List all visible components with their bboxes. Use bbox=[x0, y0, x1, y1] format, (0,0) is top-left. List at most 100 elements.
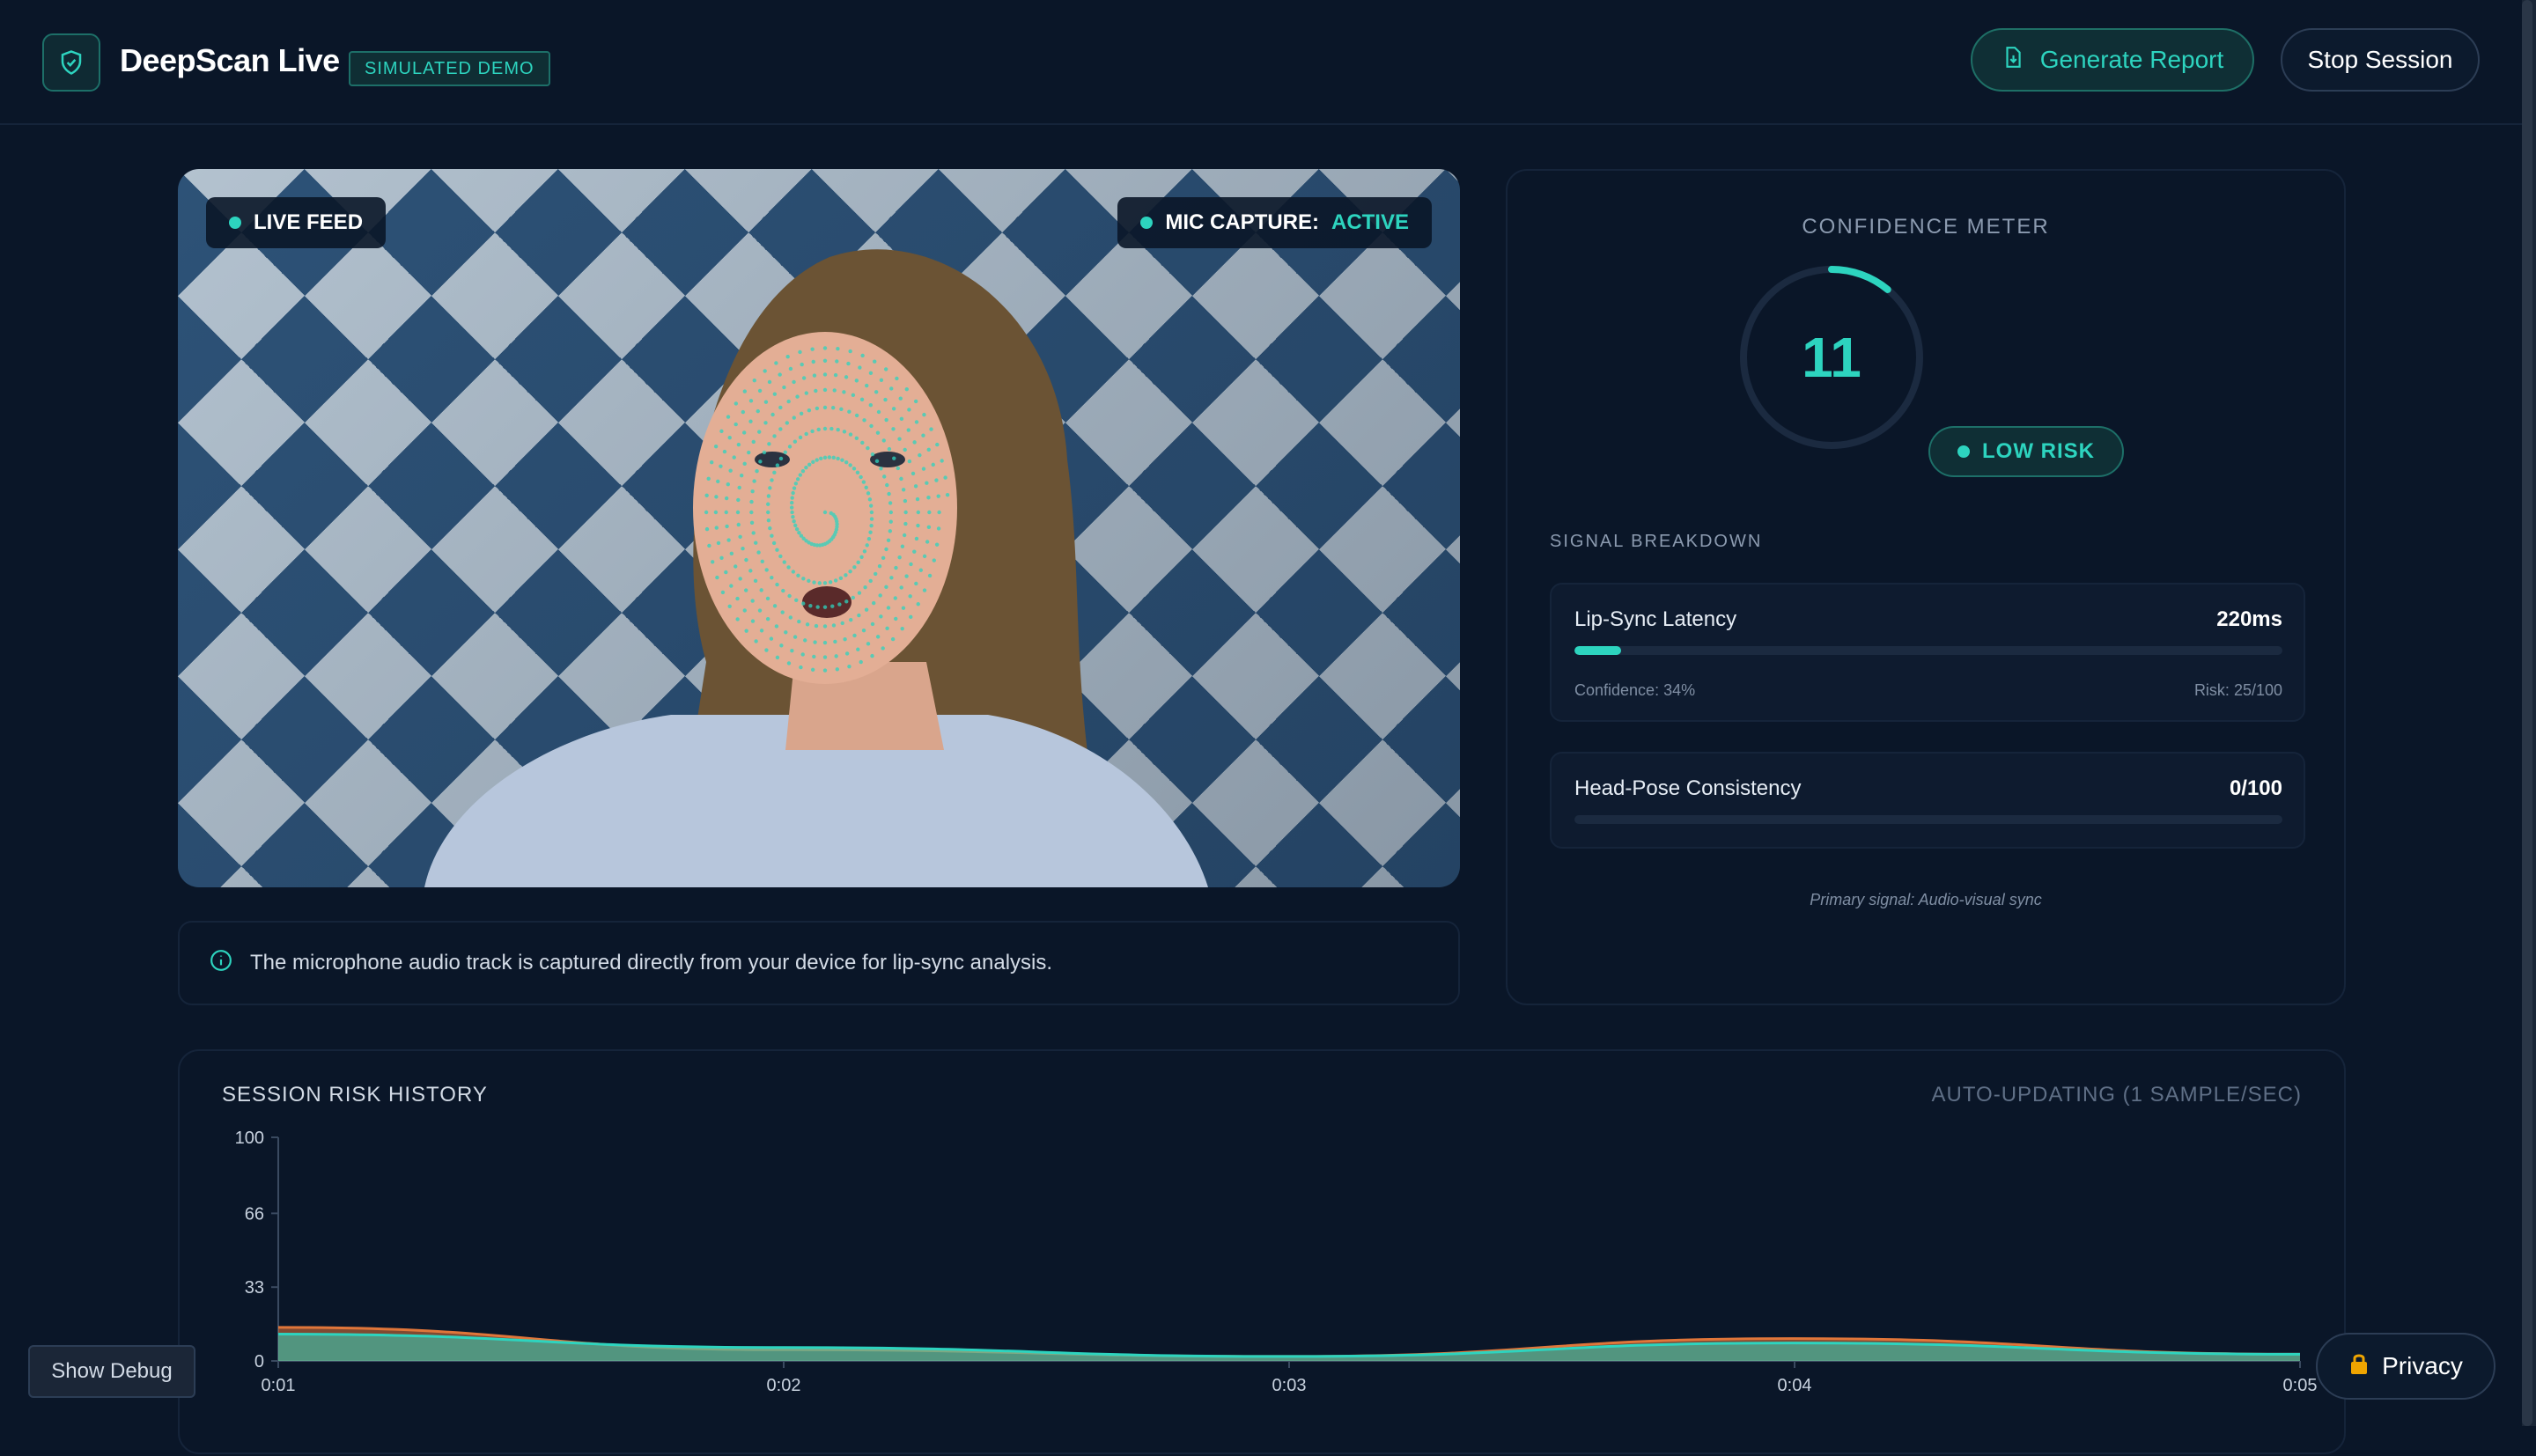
face-landmark-point bbox=[902, 533, 907, 538]
video-feed: LIVE FEED MIC CAPTURE: ACTIVE bbox=[178, 169, 1460, 887]
face-landmark-point bbox=[896, 466, 900, 471]
privacy-button[interactable]: Privacy bbox=[2316, 1333, 2495, 1400]
face-landmark-point bbox=[913, 399, 918, 404]
face-landmark-point bbox=[757, 430, 762, 434]
face-landmark-point bbox=[791, 490, 795, 496]
face-landmark-point bbox=[859, 555, 864, 559]
face-landmark-point bbox=[916, 602, 920, 607]
face-landmark-point bbox=[726, 415, 731, 419]
face-landmark-point bbox=[744, 557, 748, 563]
face-landmark-point bbox=[868, 504, 874, 508]
face-landmark-point bbox=[726, 482, 730, 487]
face-landmark-point bbox=[792, 486, 797, 490]
face-landmark-point bbox=[724, 510, 728, 515]
risk-history-chart: 0 33 66 100 0:01 0:02 0:03 0:04 0:05 bbox=[235, 1129, 2318, 1395]
face-landmark-point bbox=[764, 648, 769, 652]
face-landmark-point bbox=[848, 349, 852, 354]
show-debug-button[interactable]: Show Debug bbox=[28, 1345, 195, 1398]
document-download-icon bbox=[2002, 46, 2024, 75]
face-landmark-point bbox=[822, 605, 828, 609]
face-landmark-point bbox=[725, 524, 729, 529]
face-landmark-point bbox=[894, 616, 898, 621]
face-landmark-point bbox=[750, 599, 755, 603]
face-landmark-point bbox=[921, 433, 925, 438]
scrollbar[interactable] bbox=[2522, 0, 2536, 1426]
face-landmark-point bbox=[883, 367, 888, 371]
signal-value: 0/100 bbox=[2229, 776, 2282, 800]
face-landmark-point bbox=[838, 576, 844, 581]
mic-capture-label: MIC CAPTURE: bbox=[1165, 210, 1319, 234]
stop-session-button[interactable]: Stop Session bbox=[2281, 28, 2480, 92]
face-landmark-point bbox=[714, 526, 719, 530]
face-landmark-point bbox=[713, 510, 719, 515]
face-landmark-point bbox=[714, 495, 719, 499]
privacy-label: Privacy bbox=[2382, 1352, 2463, 1379]
face-landmark-point bbox=[704, 526, 710, 532]
face-landmark-point bbox=[857, 613, 861, 618]
face-landmark-point bbox=[828, 580, 833, 585]
face-landmark-point bbox=[863, 585, 867, 590]
face-landmark-point bbox=[729, 584, 734, 588]
face-landmark-point bbox=[759, 588, 763, 592]
face-landmark-point bbox=[803, 638, 807, 643]
face-landmark-point bbox=[814, 388, 818, 393]
face-landmark-point bbox=[738, 577, 742, 581]
signal-name: Lip-Sync Latency bbox=[1574, 607, 1737, 631]
face-landmark-point bbox=[831, 623, 837, 628]
face-landmark-point bbox=[793, 482, 799, 486]
face-landmark-point bbox=[912, 440, 917, 445]
face-landmark-point bbox=[843, 637, 847, 642]
face-landmark-point bbox=[780, 610, 785, 614]
face-landmark-point bbox=[772, 434, 777, 438]
face-landmark-point bbox=[936, 526, 941, 531]
face-landmark-point bbox=[722, 449, 727, 454]
face-landmark-point bbox=[822, 624, 828, 629]
face-landmark-point bbox=[765, 510, 770, 515]
face-landmark-point bbox=[772, 392, 778, 396]
face-landmark-point bbox=[767, 442, 771, 446]
face-landmark-point bbox=[742, 389, 748, 393]
face-landmark-point bbox=[836, 427, 840, 432]
face-landmark-point bbox=[869, 423, 874, 429]
face-landmark-point bbox=[842, 430, 847, 434]
generate-report-button[interactable]: Generate Report bbox=[1971, 28, 2254, 92]
face-landmark-point bbox=[790, 510, 794, 515]
face-landmark-point bbox=[759, 629, 764, 633]
face-landmark-point bbox=[887, 491, 891, 496]
face-landmark-point bbox=[804, 431, 808, 437]
face-landmark-point bbox=[844, 599, 849, 604]
scrollbar-thumb[interactable] bbox=[2522, 0, 2532, 1426]
face-landmark-point bbox=[799, 665, 803, 670]
face-landmark-point bbox=[749, 520, 755, 526]
face-landmark-point bbox=[778, 554, 783, 559]
face-landmark-point bbox=[822, 640, 828, 645]
face-landmark-point bbox=[872, 600, 876, 606]
face-landmark-point bbox=[758, 460, 763, 464]
face-landmark-point bbox=[888, 529, 893, 533]
face-landmark-point bbox=[932, 558, 936, 563]
face-landmark-point bbox=[856, 560, 860, 565]
demo-badge: SIMULATED DEMO bbox=[349, 51, 550, 86]
face-landmark-point bbox=[719, 555, 724, 561]
face-landmark-point bbox=[736, 497, 741, 503]
face-landmark-point bbox=[739, 473, 744, 478]
y-tick-label: 100 bbox=[235, 1129, 264, 1148]
face-landmark-point bbox=[812, 373, 817, 378]
face-landmark-point bbox=[869, 517, 874, 521]
face-landmark-point bbox=[868, 403, 874, 408]
face-landmark-point bbox=[741, 409, 746, 415]
confidence-card: CONFIDENCE METER 11 LOW RISK SIGNAL BREA… bbox=[1506, 169, 2346, 1005]
face-landmark-point bbox=[854, 413, 859, 418]
face-landmark-point bbox=[822, 668, 828, 673]
face-landmark-point bbox=[861, 628, 866, 633]
face-landmark-point bbox=[899, 476, 903, 482]
x-tick-label: 0:05 bbox=[2283, 1376, 2318, 1395]
face-landmark-point bbox=[881, 646, 885, 651]
face-landmark-point bbox=[888, 501, 893, 505]
face-landmark-point bbox=[807, 578, 811, 584]
face-landmark-point bbox=[895, 376, 899, 381]
face-landmark-point bbox=[926, 447, 931, 452]
face-landmark-point bbox=[875, 635, 881, 639]
face-landmark-point bbox=[716, 540, 721, 546]
live-dot-icon bbox=[229, 217, 241, 229]
